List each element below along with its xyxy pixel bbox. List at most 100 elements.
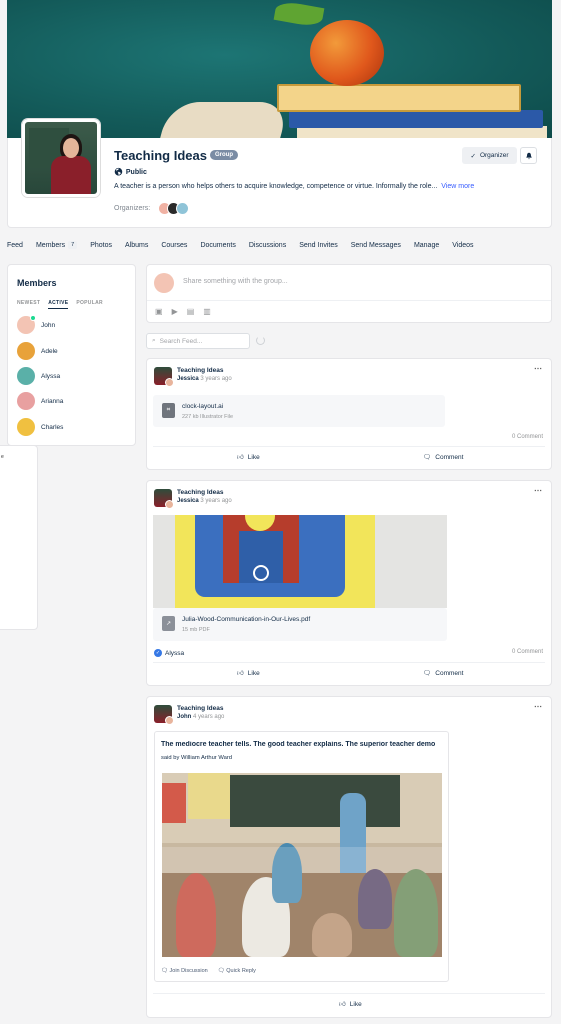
tab-courses[interactable]: Courses — [161, 241, 187, 249]
member-name: John — [41, 321, 56, 329]
video-icon[interactable]: ▶ — [172, 307, 178, 316]
group-avatar[interactable] — [22, 119, 100, 197]
tab-photos[interactable]: Photos — [90, 241, 112, 249]
comment-count[interactable]: 0 Comment — [512, 649, 543, 655]
like-label: Like — [247, 669, 260, 677]
tab-members[interactable]: Members 7 — [35, 241, 78, 249]
tab-manage[interactable]: Manage — [414, 241, 439, 249]
post-meta: Jessica 3 years ago — [177, 498, 232, 504]
post-divider — [153, 662, 545, 663]
gif-icon[interactable]: ▥ — [203, 307, 211, 316]
member-name: Alyssa — [41, 372, 61, 380]
tab-videos[interactable]: Videos — [452, 241, 473, 249]
post-author[interactable]: John — [177, 714, 191, 720]
like-button[interactable]: 👍︎ Like — [237, 669, 260, 678]
members-widget: Members NEWEST ACTIVE POPULAR John Adele… — [7, 264, 136, 446]
tab-members-label: Members — [35, 241, 66, 249]
pdf-preview-image[interactable] — [153, 515, 447, 608]
group-avatar[interactable] — [154, 705, 174, 725]
reply-icon: 🗨︎ — [217, 968, 225, 974]
like-button[interactable]: 👍︎ Like — [237, 453, 260, 462]
quick-reply-link[interactable]: 🗨︎ Quick Reply — [218, 968, 256, 974]
post-author[interactable]: Jessica — [177, 376, 199, 382]
composer-toolbar: ▣ ▶ ▤ ▥ — [155, 307, 211, 316]
members-count-badge: 7 — [68, 241, 78, 249]
group-nav: Feed Members 7 Photos Albums Courses Doc… — [7, 241, 487, 249]
post-group-name[interactable]: Teaching Ideas — [177, 489, 223, 496]
avatar — [17, 315, 36, 334]
file-attachment[interactable]: ↗ Julia-Wood-Communication-in-Our-Lives.… — [153, 608, 447, 641]
organizers-row: Organizers: — [114, 202, 190, 215]
camera-icon[interactable]: ▣ — [155, 307, 163, 316]
post-time: 4 years ago — [193, 714, 225, 720]
tab-send-messages[interactable]: Send Messages — [351, 241, 401, 249]
group-avatar[interactable] — [154, 367, 174, 387]
post-group-name[interactable]: Teaching Ideas — [177, 367, 223, 374]
composer-input[interactable]: Share something with the group... — [183, 278, 288, 285]
member-item[interactable]: Alyssa — [17, 367, 60, 385]
shared-discussion-card[interactable]: The mediocre teacher tells. The good tea… — [154, 731, 449, 982]
author-avatar — [165, 500, 174, 509]
join-discussion-link[interactable]: 🗨︎ Join Discussion — [161, 968, 208, 974]
document-icon[interactable]: ▤ — [187, 307, 195, 316]
search-feed-placeholder: Search Feed... — [159, 337, 203, 345]
post-divider — [153, 446, 545, 447]
file-meta: 227 kb Illustrator File — [182, 414, 234, 420]
search-feed-input[interactable]: ⌕ Search Feed... — [146, 333, 250, 349]
bell-icon — [525, 152, 532, 159]
tab-documents[interactable]: Documents — [200, 241, 235, 249]
privacy-label: Public — [125, 168, 147, 176]
reaction-summary[interactable]: ✓ Alyssa — [154, 649, 184, 657]
members-tab-popular[interactable]: POPULAR — [76, 300, 103, 309]
post-time: 3 years ago — [200, 498, 232, 504]
like-button[interactable]: 👍︎ Like — [339, 1000, 362, 1009]
notification-bell-button[interactable] — [520, 147, 537, 164]
member-item[interactable]: Arianna — [17, 392, 63, 410]
comment-button[interactable]: 🗨︎ Comment — [423, 669, 463, 678]
composer-divider — [147, 300, 551, 301]
post-composer: Share something with the group... ▣ ▶ ▤ … — [146, 264, 552, 323]
member-item[interactable]: John — [17, 315, 56, 334]
pdf-file-icon: ↗ — [162, 616, 175, 631]
member-name: Adele — [41, 347, 58, 355]
organizer-avatar[interactable] — [176, 202, 190, 215]
group-avatar[interactable] — [154, 489, 174, 509]
post-author[interactable]: Jessica — [177, 498, 199, 504]
avatar — [17, 392, 35, 410]
comment-button[interactable]: 🗨︎ Comment — [423, 453, 463, 462]
partial-panel-text: e — [1, 454, 4, 460]
group-title: Teaching Ideas — [114, 148, 207, 163]
search-icon: ⌕ — [152, 337, 156, 344]
art-spiral — [253, 565, 269, 581]
photo-overlay — [162, 847, 442, 957]
more-options-icon[interactable]: ⋯ — [534, 486, 542, 495]
file-meta: 15 mb PDF — [182, 627, 210, 633]
post-group-name[interactable]: Teaching Ideas — [177, 705, 223, 712]
online-status-dot — [30, 315, 36, 321]
tab-albums[interactable]: Albums — [125, 241, 148, 249]
file-name: Julia-Wood-Communication-in-Our-Lives.pd… — [182, 616, 311, 623]
organizer-button-label: Organizer — [479, 152, 509, 159]
more-options-icon[interactable]: ⋯ — [534, 364, 542, 373]
comment-count[interactable]: 0 Comment — [512, 434, 543, 440]
check-icon: ✓ — [470, 152, 476, 160]
file-attachment[interactable]: ⌗ clock-layout.ai 227 kb Illustrator Fil… — [153, 395, 445, 427]
tab-send-invites[interactable]: Send Invites — [299, 241, 338, 249]
members-tab-active[interactable]: ACTIVE — [48, 300, 69, 309]
activity-post: Teaching Ideas John 4 years ago ⋯ The me… — [146, 696, 552, 1018]
organizer-role-button[interactable]: ✓ Organizer — [462, 147, 517, 164]
tab-discussions[interactable]: Discussions — [249, 241, 286, 249]
open-book-graphic — [160, 102, 290, 138]
more-options-icon[interactable]: ⋯ — [534, 702, 542, 711]
view-more-link[interactable]: View more — [441, 183, 474, 190]
organizers-label: Organizers: — [114, 205, 151, 212]
activity-post: Teaching Ideas Jessica 3 years ago ⋯ ⌗ c… — [146, 358, 552, 470]
discussion-title[interactable]: The mediocre teacher tells. The good tea… — [161, 741, 446, 748]
member-item[interactable]: Adele — [17, 342, 58, 360]
discussion-excerpt: said by William Arthur Ward — [161, 755, 232, 761]
thumbs-up-icon: 👍︎ — [237, 454, 244, 461]
member-item[interactable]: Charles — [17, 418, 63, 436]
members-tab-newest[interactable]: NEWEST — [17, 300, 40, 309]
tab-feed[interactable]: Feed — [7, 241, 23, 249]
avatar — [154, 273, 174, 293]
